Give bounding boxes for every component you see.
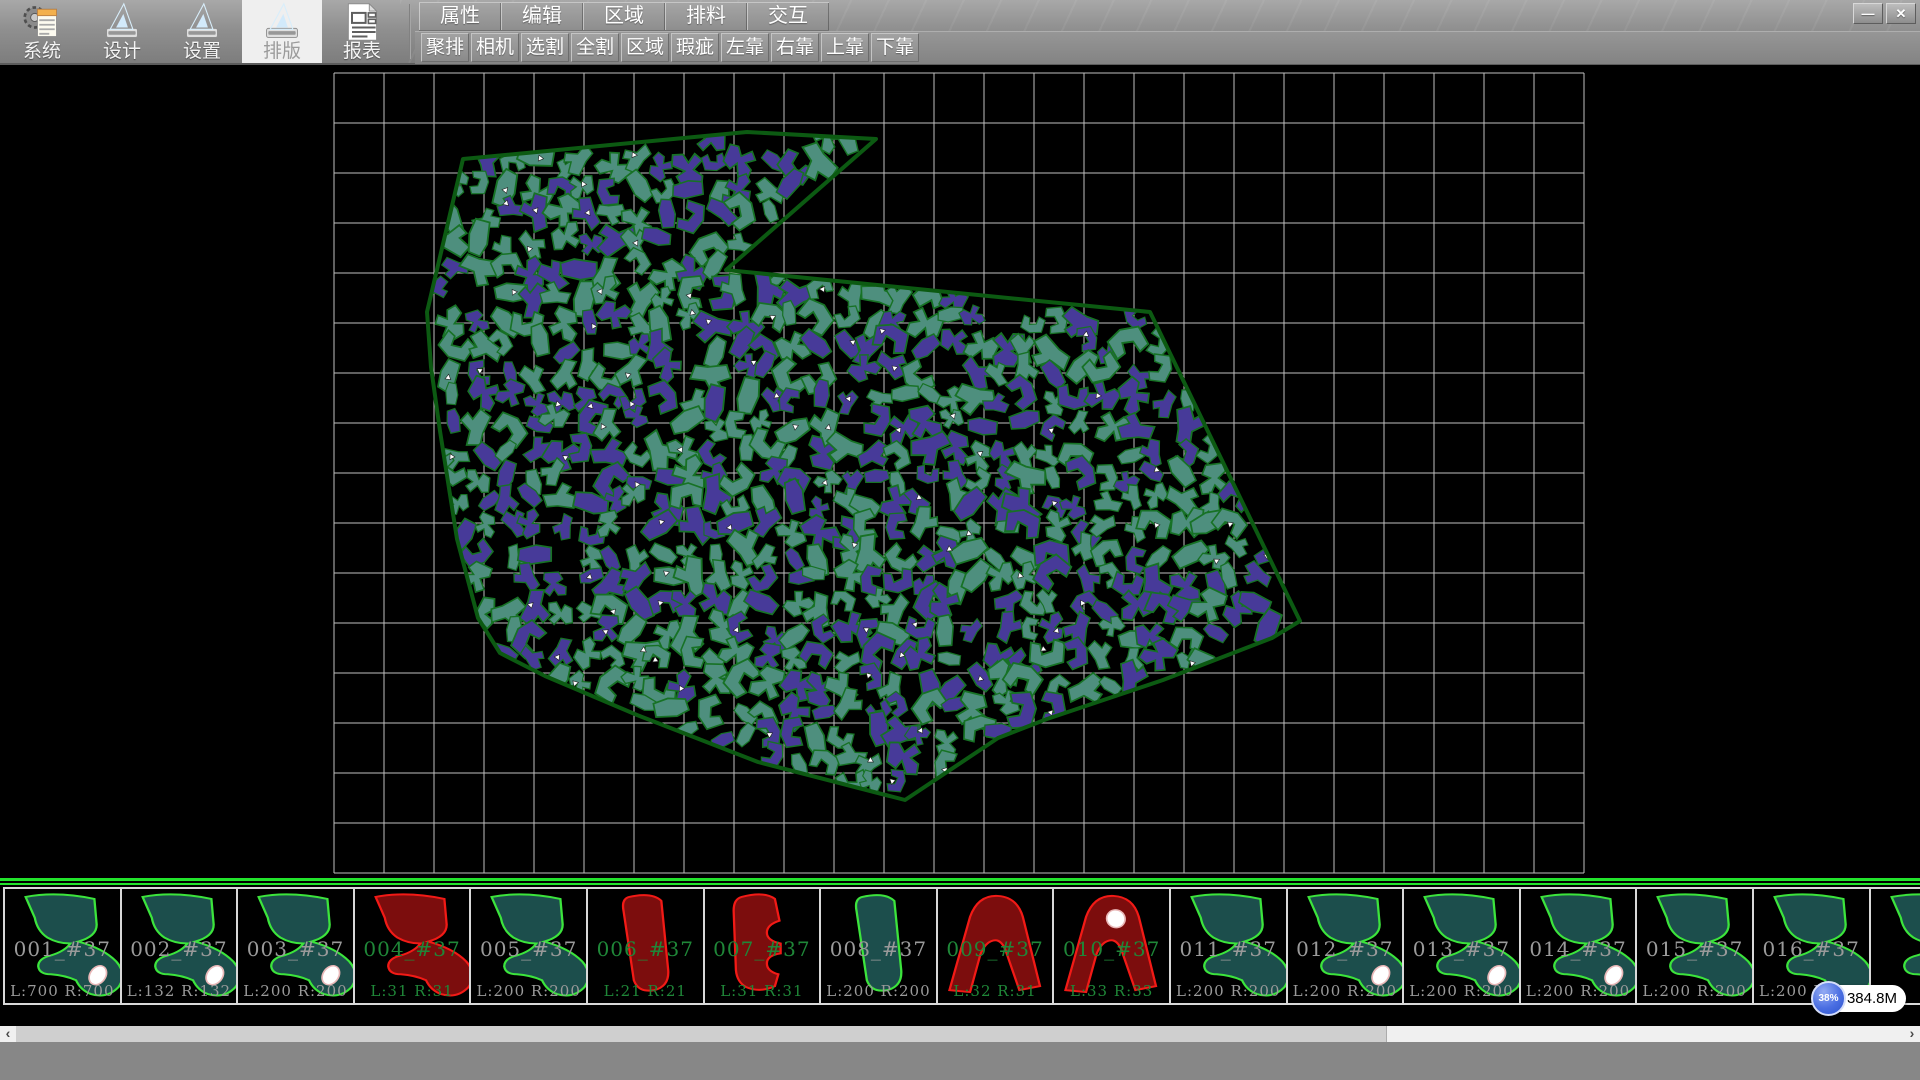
part-shape	[1054, 889, 1169, 1003]
ruler-icon	[102, 2, 142, 42]
tool-button-0[interactable]: 聚排	[421, 33, 469, 62]
part-thumbnail-9[interactable]: 009_#37L:32 R:31	[936, 887, 1055, 1005]
part-shape	[1521, 889, 1636, 1003]
window-bottom-frame	[0, 1042, 1920, 1080]
part-thumbnail-list: 001_#37L:700 R:700002_#37L:132 R:132003_…	[3, 887, 1920, 1005]
scrollbar-thumb[interactable]	[16, 1026, 1387, 1042]
part-shape	[821, 889, 936, 1003]
nesting-canvas[interactable]	[0, 65, 1920, 878]
ruler-icon	[182, 2, 222, 42]
part-thumbnail-1[interactable]: 001_#37L:700 R:700	[3, 887, 122, 1005]
part-shape	[471, 889, 586, 1003]
progress-indicator: 38%	[1811, 981, 1846, 1016]
tool-button-3[interactable]: 全割	[571, 33, 619, 62]
tool-button-8[interactable]: 上靠	[821, 33, 869, 62]
report-icon	[342, 2, 382, 42]
part-thumbnail-15[interactable]: 015_#37L:200 R:200	[1635, 887, 1754, 1005]
strip-top-border	[0, 878, 1920, 881]
tool-button-1[interactable]: 相机	[471, 33, 519, 62]
part-thumbnail-11[interactable]: 011_#37L:200 R:200	[1169, 887, 1288, 1005]
toolbar-divider	[409, 4, 411, 59]
toolbar: 系统设计设置排版报表 属性编辑区域排料交互 聚排相机选割全割区域瑕疵左靠右靠上靠…	[0, 0, 1920, 65]
part-thumbnail-4[interactable]: 004_#37L:31 R:31	[353, 887, 472, 1005]
part-thumbnail-7[interactable]: 007_#37L:31 R:31	[703, 887, 822, 1005]
main-tab-bar: 系统 设计 设置 排版 报表	[2, 0, 402, 63]
main-tab-4[interactable]: 报表	[322, 0, 402, 63]
part-shape	[705, 889, 820, 1003]
main-tab-2[interactable]: 设置	[162, 0, 242, 63]
menu-item-2[interactable]: 区域	[583, 3, 665, 30]
part-shape	[5, 889, 120, 1003]
part-shape	[1637, 889, 1752, 1003]
tool-button-9[interactable]: 下靠	[871, 33, 919, 62]
part-thumbnail-14[interactable]: 014_#37L:200 R:200	[1519, 887, 1638, 1005]
window-controls: — ✕	[1853, 3, 1916, 24]
ruler-icon	[262, 2, 302, 42]
part-thumbnail-13[interactable]: 013_#37L:200 R:200	[1402, 887, 1521, 1005]
part-shape	[355, 889, 470, 1003]
tool-button-6[interactable]: 左靠	[721, 33, 769, 62]
strip-top-border-2	[0, 883, 1920, 885]
part-thumbnail-8[interactable]: 008_#37L:200 R:200	[819, 887, 938, 1005]
scroll-right-button[interactable]: ›	[1904, 1026, 1920, 1042]
part-thumbnail-10[interactable]: 010_#37L:33 R:33	[1052, 887, 1171, 1005]
part-thumbnail-3[interactable]: 003_#37L:200 R:200	[236, 887, 355, 1005]
tool-button-4[interactable]: 区域	[621, 33, 669, 62]
tool-button-2[interactable]: 选割	[521, 33, 569, 62]
main-tab-label: 报表	[343, 42, 381, 62]
part-shape	[1171, 889, 1286, 1003]
part-shape	[238, 889, 353, 1003]
part-thumbnail-12[interactable]: 012_#37L:200 R:200	[1286, 887, 1405, 1005]
tool-button-5[interactable]: 瑕疵	[671, 33, 719, 62]
menu-item-3[interactable]: 排料	[665, 3, 747, 30]
tool-button-7[interactable]: 右靠	[771, 33, 819, 62]
menu-item-0[interactable]: 属性	[419, 3, 501, 30]
part-thumbnail-2[interactable]: 002_#37L:132 R:132	[120, 887, 239, 1005]
menu-bar: 属性编辑区域排料交互	[419, 2, 829, 31]
main-tab-label: 排版	[263, 42, 301, 62]
minimize-button[interactable]: —	[1853, 3, 1883, 24]
main-tab-3[interactable]: 排版	[242, 0, 322, 63]
system-icon	[22, 2, 62, 42]
close-button[interactable]: ✕	[1886, 3, 1916, 24]
main-tab-0[interactable]: 系统	[2, 0, 82, 63]
scroll-left-button[interactable]: ‹	[0, 1026, 16, 1042]
part-thumbnail-5[interactable]: 005_#37L:200 R:200	[469, 887, 588, 1005]
main-tab-label: 系统	[23, 42, 61, 62]
menu-item-1[interactable]: 编辑	[501, 3, 583, 30]
main-tab-label: 设置	[183, 42, 221, 62]
main-tab-1[interactable]: 设计	[82, 0, 162, 63]
part-shape	[122, 889, 237, 1003]
part-shape	[588, 889, 703, 1003]
part-shape	[1288, 889, 1403, 1003]
main-tab-label: 设计	[103, 42, 141, 62]
part-thumbnail-strip: 001_#37L:700 R:700002_#37L:132 R:132003_…	[0, 878, 1920, 1026]
part-thumbnail-6[interactable]: 006_#37L:21 R:21	[586, 887, 705, 1005]
horizontal-scrollbar[interactable]: ‹ ›	[0, 1026, 1920, 1042]
part-shape	[1404, 889, 1519, 1003]
tool-bar: 聚排相机选割全割区域瑕疵左靠右靠上靠下靠	[421, 33, 919, 62]
progress-value: 38%	[1818, 993, 1838, 1004]
part-shape	[938, 889, 1053, 1003]
menu-item-4[interactable]: 交互	[747, 3, 829, 30]
nest-layout-svg	[0, 65, 1920, 878]
